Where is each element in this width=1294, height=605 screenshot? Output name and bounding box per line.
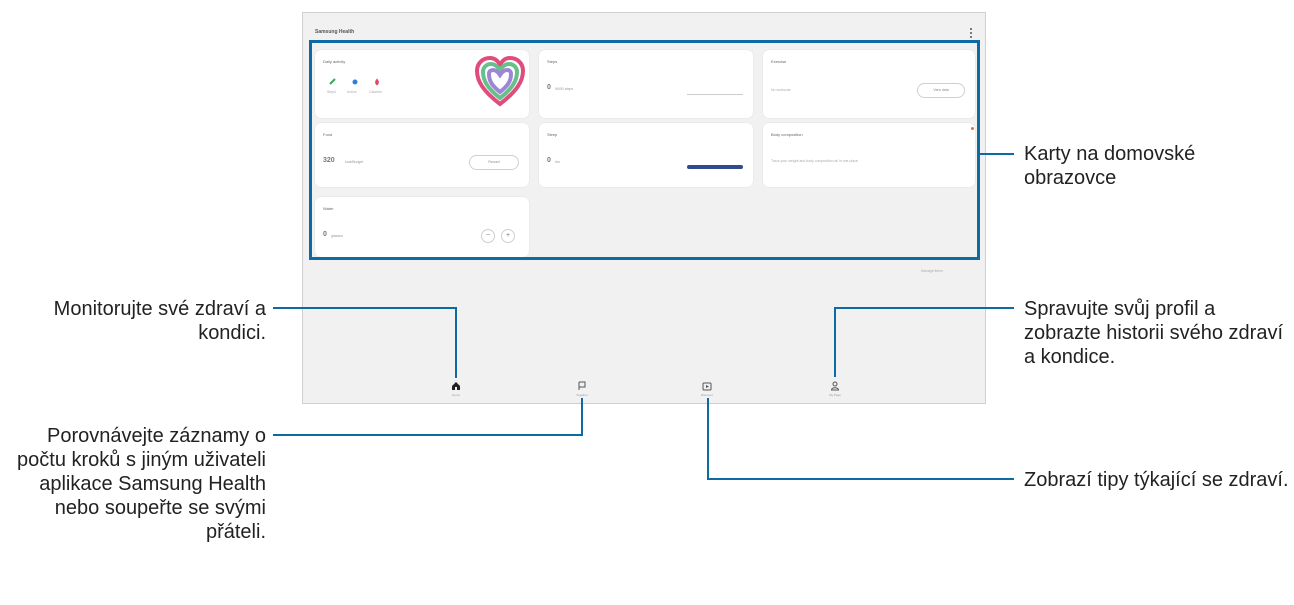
callout-line-compare-h [273,434,583,436]
more-options-icon[interactable] [967,27,975,39]
home-cards-highlight [309,40,980,260]
nav-label-home: Home [451,393,460,397]
discover-icon [702,382,712,391]
home-icon [452,382,460,390]
manage-items-link[interactable]: Manage items [921,269,943,273]
nav-my-page[interactable]: My Page [815,381,855,397]
person-icon [830,381,840,391]
callout-compare: Porovnávejte záznamy o počtu kroků s jin… [17,425,266,543]
callout-line-tips-h [707,478,1014,480]
callout-monitor: Monitorujte své zdraví a kondici. [53,298,266,344]
nav-label-discover: Discover [701,393,713,397]
nav-label-together: Together [576,393,588,397]
callout-line-profile-v [834,307,836,377]
callout-line-monitor-v [455,307,457,378]
callout-line-tips-v [707,398,709,480]
nav-discover[interactable]: Discover [687,381,727,397]
nav-together[interactable]: Together [562,381,602,397]
callout-line-compare-v [581,398,583,436]
nav-home[interactable]: Home [436,381,476,397]
callout-home-cards: Karty na domovské obrazovce [1024,143,1196,189]
nav-label-my-page: My Page [829,393,841,397]
callout-profile: Spravujte svůj profil a zobrazte histori… [1024,298,1284,368]
callout-line-cards [980,153,1014,155]
callout-line-profile-h [834,307,1014,309]
flag-icon [578,381,586,390]
app-title: Samsung Health [315,29,355,35]
callout-line-monitor-h [273,307,457,309]
callout-tips: Zobrazí tipy týkající se zdraví. [1024,469,1289,491]
